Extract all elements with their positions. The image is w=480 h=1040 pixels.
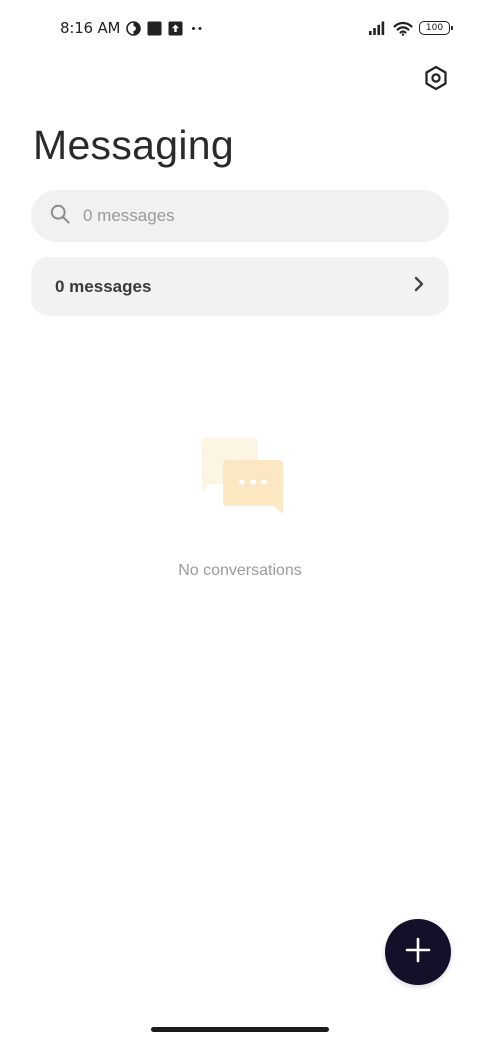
chevron-right-icon: [413, 275, 425, 298]
cell-signal-icon: [369, 21, 387, 35]
settings-button[interactable]: [420, 64, 452, 96]
status-bar-right: 100: [369, 17, 453, 39]
wifi-icon: [393, 21, 413, 36]
battery-level: 100: [425, 22, 444, 33]
messages-row-label: 0 messages: [55, 276, 152, 296]
square-notification-icon: [147, 21, 162, 36]
settings-icon: [423, 65, 449, 96]
search-input[interactable]: [83, 206, 403, 226]
upload-notification-icon: [168, 21, 183, 36]
status-time: 8:16 AM: [60, 19, 121, 37]
plus-icon: [405, 937, 431, 968]
battery-icon: 100: [419, 21, 453, 35]
search-bar[interactable]: [31, 190, 449, 242]
more-notifications-icon: [189, 21, 205, 36]
home-indicator[interactable]: [151, 1027, 329, 1032]
new-conversation-button[interactable]: [385, 919, 451, 985]
chat-bubbles-icon: [194, 436, 286, 516]
empty-state-text: No conversations: [178, 562, 302, 579]
page-title: Messaging: [33, 122, 234, 168]
data-saver-icon: [126, 20, 142, 36]
status-bar: 8:16 AM 100: [0, 0, 480, 56]
status-bar-left: 8:16 AM: [60, 17, 205, 39]
search-icon: [50, 204, 70, 229]
messages-row[interactable]: 0 messages: [31, 257, 449, 316]
